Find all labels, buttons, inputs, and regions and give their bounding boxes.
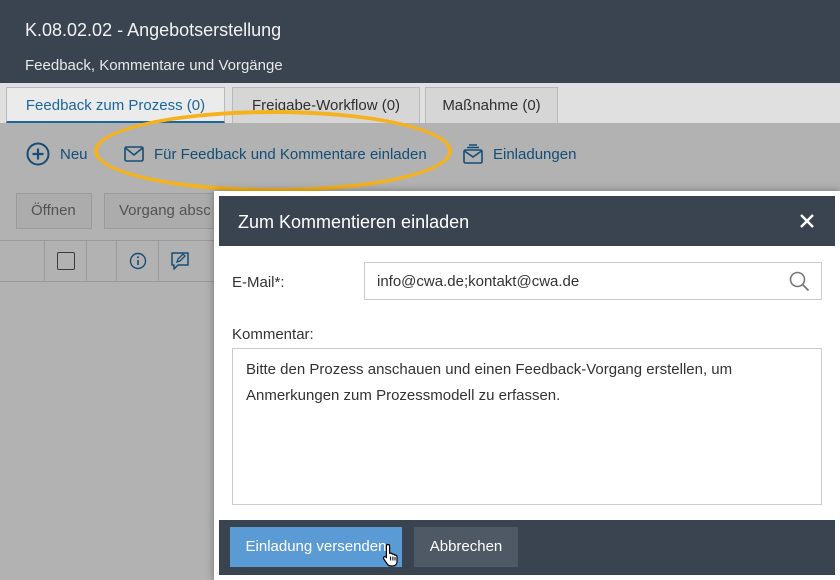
hand-pointer-icon [382,543,400,572]
page-title: K.08.02.02 - Angebotserstellung [25,20,282,40]
app-header: K.08.02.02 - Angebotserstellung Feedback… [0,0,840,83]
comment-textarea[interactable]: Bitte den Prozess anschauen und einen Fe… [232,348,822,505]
dialog-title: Zum Kommentieren einladen [238,212,470,232]
page-subtitle: Feedback, Kommentare und Vorgänge [25,57,283,74]
tab-dim [0,83,840,123]
search-icon[interactable] [789,271,810,297]
email-label: E-Mail*: [232,274,285,291]
send-invitation-button[interactable]: Einladung versenden [230,527,402,567]
dialog-footer: Einladung versenden Abbrechen [219,520,835,575]
email-field[interactable] [364,262,822,300]
cancel-button[interactable]: Abbrechen [414,527,518,567]
dialog-header: Zum Kommentieren einladen [219,196,835,246]
invite-dialog: Zum Kommentieren einladen E-Mail*: Komme… [214,191,840,580]
close-icon[interactable] [795,209,819,233]
comment-label: Kommentar: [232,326,314,343]
